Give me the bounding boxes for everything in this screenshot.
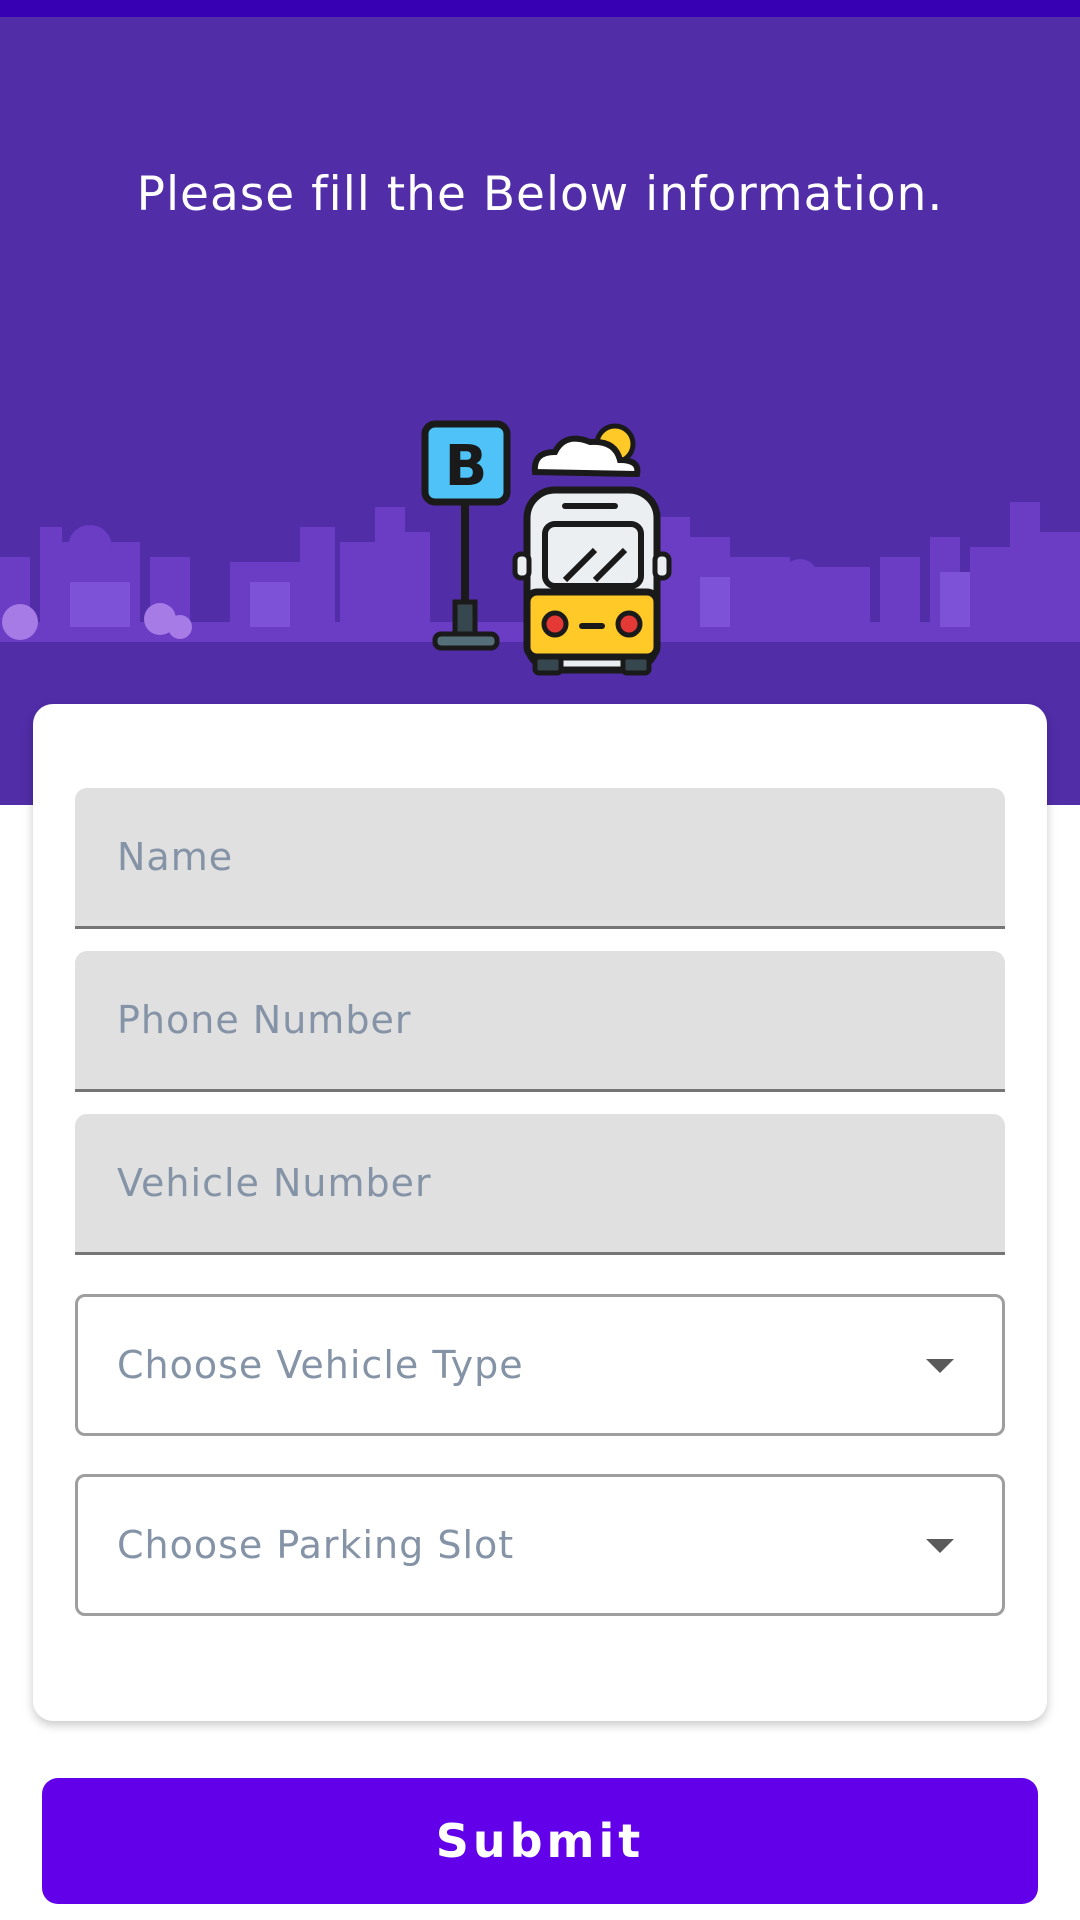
phone-number-field[interactable] (75, 951, 1005, 1092)
chevron-down-icon (926, 1539, 954, 1553)
submit-button[interactable]: Submit (42, 1778, 1038, 1904)
status-bar (0, 0, 1080, 17)
form-card: Choose Vehicle Type Choose Parking Slot (33, 704, 1047, 1721)
header-banner: Please fill the Below information. B (0, 17, 1080, 805)
vehicle-number-field[interactable] (75, 1114, 1005, 1255)
parking-slot-label: Choose Parking Slot (117, 1523, 515, 1567)
page-title: Please fill the Below information. (136, 167, 944, 222)
name-input[interactable] (75, 788, 1005, 926)
parking-slot-dropdown[interactable]: Choose Parking Slot (75, 1474, 1005, 1616)
bus-stop-sign-letter: B (445, 434, 488, 499)
vehicle-number-input[interactable] (75, 1114, 1005, 1252)
name-field[interactable] (75, 788, 1005, 929)
bus-stop-icon: B (421, 420, 672, 676)
vehicle-type-label: Choose Vehicle Type (117, 1343, 524, 1387)
chevron-down-icon (926, 1359, 954, 1373)
phone-number-input[interactable] (75, 951, 1005, 1089)
vehicle-type-dropdown[interactable]: Choose Vehicle Type (75, 1294, 1005, 1436)
